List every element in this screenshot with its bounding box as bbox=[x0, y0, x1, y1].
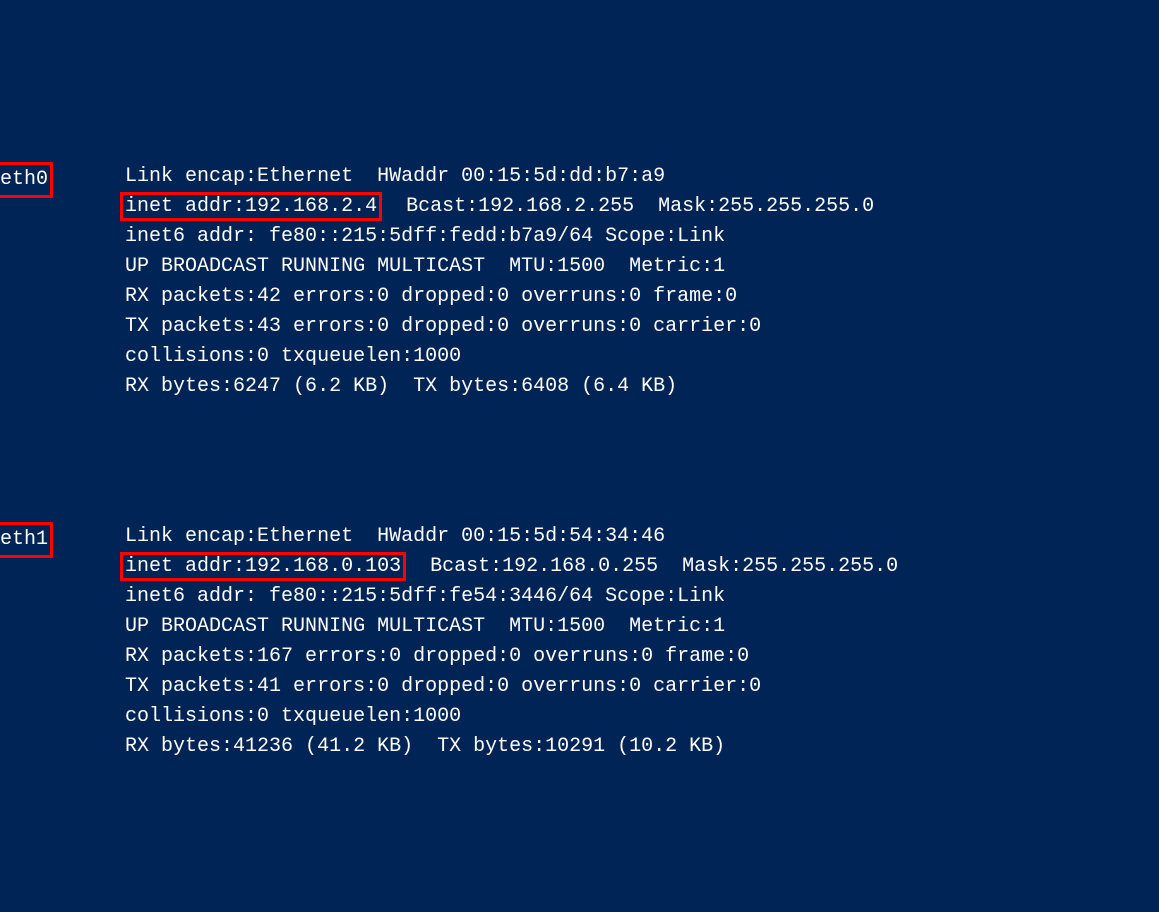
inet-line: inet addr:192.168.0.103 Bcast:192.168.0.… bbox=[125, 552, 898, 582]
flags-line: UP BROADCAST RUNNING MULTICAST MTU:1500 … bbox=[125, 252, 874, 282]
collisions-line: collisions:0 txqueuelen:1000 bbox=[125, 702, 898, 732]
rx-packets-line: RX packets:42 errors:0 dropped:0 overrun… bbox=[125, 282, 874, 312]
spacing bbox=[53, 522, 125, 552]
blank-line bbox=[0, 432, 1159, 462]
bytes-line: RX bytes:6247 (6.2 KB) TX bytes:6408 (6.… bbox=[125, 372, 874, 402]
inet6-line: inet6 addr: fe80::215:5dff:fe54:3446/64 … bbox=[125, 582, 898, 612]
inet-addr-highlight: inet addr:192.168.2.4 bbox=[120, 192, 382, 221]
inet-rest: Bcast:192.168.2.255 Mask:255.255.255.0 bbox=[382, 195, 874, 218]
interface-block-eth1: eth1 Link encap:Ethernet HWaddr 00:15:5d… bbox=[0, 522, 1159, 762]
interface-details-eth1: Link encap:Ethernet HWaddr 00:15:5d:54:3… bbox=[125, 522, 898, 762]
inet6-line: inet6 addr: fe80::215:5dff:fedd:b7a9/64 … bbox=[125, 222, 874, 252]
link-line: Link encap:Ethernet HWaddr 00:15:5d:dd:b… bbox=[125, 162, 874, 192]
tx-packets-line: TX packets:41 errors:0 dropped:0 overrun… bbox=[125, 672, 898, 702]
inet-rest: Bcast:192.168.0.255 Mask:255.255.255.0 bbox=[406, 555, 898, 578]
flags-line: UP BROADCAST RUNNING MULTICAST MTU:1500 … bbox=[125, 612, 898, 642]
interface-name-eth0: eth0 bbox=[0, 162, 53, 198]
interface-block-eth0: eth0 Link encap:Ethernet HWaddr 00:15:5d… bbox=[0, 162, 1159, 402]
tx-packets-line: TX packets:43 errors:0 dropped:0 overrun… bbox=[125, 312, 874, 342]
bytes-line: RX bytes:41236 (41.2 KB) TX bytes:10291 … bbox=[125, 732, 898, 762]
link-line: Link encap:Ethernet HWaddr 00:15:5d:54:3… bbox=[125, 522, 898, 552]
inet-line: inet addr:192.168.2.4 Bcast:192.168.2.25… bbox=[125, 192, 874, 222]
interface-details-eth0: Link encap:Ethernet HWaddr 00:15:5d:dd:b… bbox=[125, 162, 874, 402]
rx-packets-line: RX packets:167 errors:0 dropped:0 overru… bbox=[125, 642, 898, 672]
spacing bbox=[53, 162, 125, 192]
inet-addr-highlight: inet addr:192.168.0.103 bbox=[120, 552, 406, 581]
collisions-line: collisions:0 txqueuelen:1000 bbox=[125, 342, 874, 372]
